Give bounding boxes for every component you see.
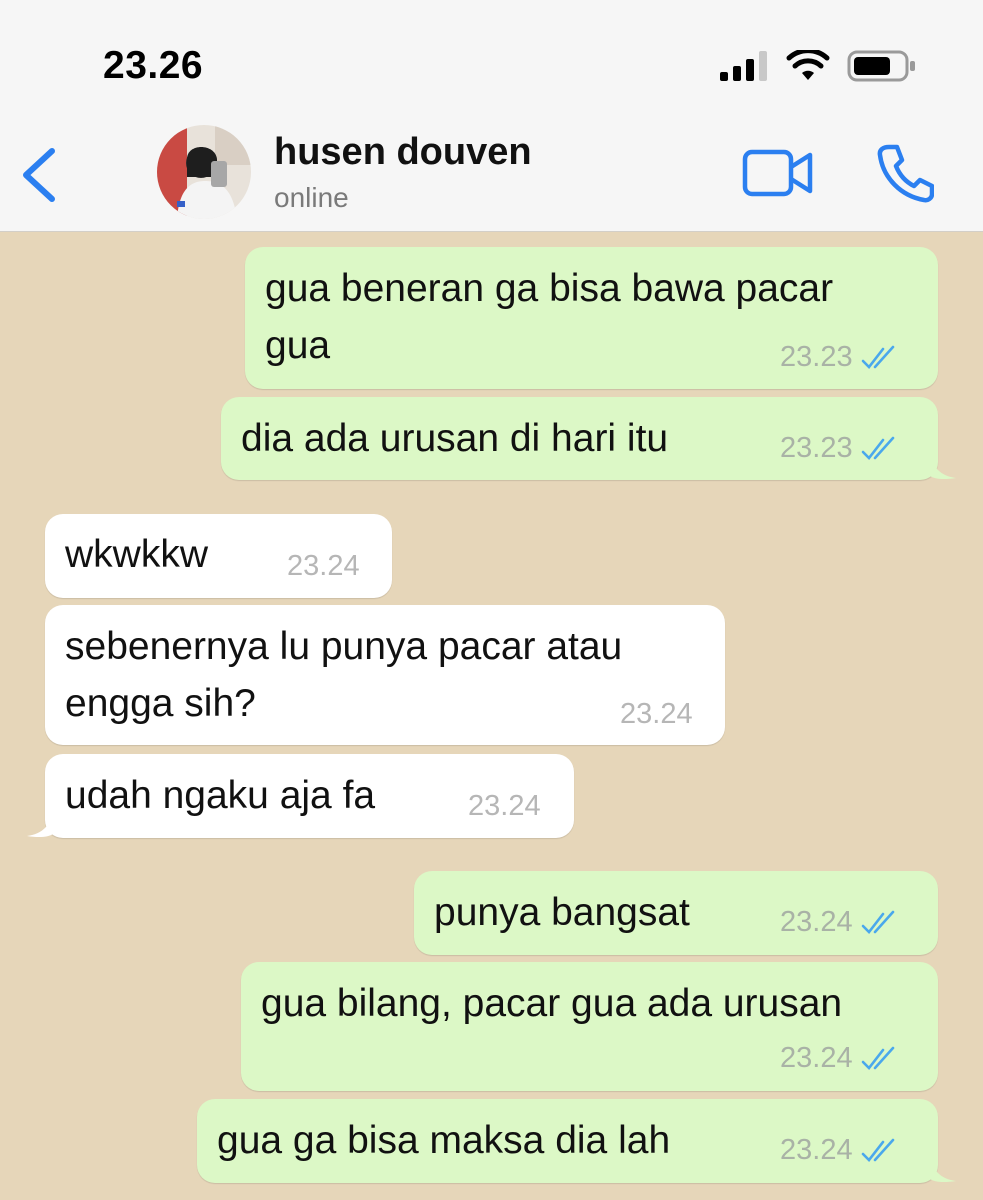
double-check-icon <box>861 345 894 369</box>
incoming-message-bubble[interactable]: sebenernya lu punya pacar atau engga sih?… <box>45 605 725 745</box>
chevron-left-icon[interactable] <box>16 145 64 205</box>
message-line: sebenernya lu punya pacar atau <box>65 625 623 668</box>
message-time: 23.23 <box>780 341 853 373</box>
double-check-icon <box>861 1138 894 1162</box>
outgoing-message-bubble[interactable]: gua beneran ga bisa bawa pacar gua 23.23 <box>245 247 938 389</box>
message-text: wkwkkw <box>65 526 208 583</box>
phone-icon[interactable] <box>876 143 934 203</box>
cellular-signal-icon <box>720 51 767 81</box>
message-time: 23.23 <box>780 432 853 464</box>
message-time: 23.24 <box>780 1042 853 1074</box>
message-meta: 23.23 <box>780 341 901 374</box>
message-line: gua bilang, pacar gua ada urusan <box>261 982 843 1025</box>
message-time: 23.24 <box>620 698 693 730</box>
message-meta: 23.24 <box>468 790 541 823</box>
bubble-tail <box>930 1157 956 1183</box>
incoming-message-bubble[interactable]: wkwkkw 23.24 <box>45 514 392 598</box>
message-line: udah ngaku aja fa <box>65 774 376 817</box>
message-meta: 23.24 <box>620 698 693 731</box>
message-line: engga sih? <box>65 682 256 725</box>
status-time: 23.26 <box>103 44 204 87</box>
bubble-tail <box>27 812 53 838</box>
message-text: gua ga bisa maksa dia lah <box>217 1112 670 1169</box>
message-text: sebenernya lu punya pacar atau engga sih? <box>65 618 622 732</box>
message-line: gua <box>265 324 331 367</box>
outgoing-message-bubble[interactable]: gua ga bisa maksa dia lah 23.24 <box>197 1099 938 1183</box>
message-text: gua bilang, pacar gua ada urusan <box>261 975 842 1032</box>
contact-status: online <box>274 182 349 213</box>
message-text: gua beneran ga bisa bawa pacar gua <box>265 260 833 374</box>
message-meta: 23.24 <box>287 550 360 583</box>
incoming-message-bubble[interactable]: udah ngaku aja fa 23.24 <box>45 754 574 838</box>
message-text: punya bangsat <box>434 884 690 941</box>
chat-header: husen douven online <box>0 118 983 232</box>
avatar[interactable] <box>157 125 251 219</box>
video-camera-icon[interactable] <box>742 148 814 198</box>
message-time: 23.24 <box>780 906 853 938</box>
double-check-icon <box>861 436 894 460</box>
double-check-icon <box>861 910 894 934</box>
message-line: dia ada urusan di hari itu <box>241 417 669 460</box>
battery-icon <box>847 50 915 82</box>
message-line: gua beneran ga bisa bawa pacar <box>265 267 834 310</box>
message-line: punya bangsat <box>434 891 690 934</box>
status-bar: 23.26 <box>0 0 983 118</box>
outgoing-message-bubble[interactable]: dia ada urusan di hari itu 23.23 <box>221 397 938 480</box>
message-meta: 23.23 <box>780 432 901 465</box>
message-meta: 23.24 <box>780 1042 901 1075</box>
bubble-tail <box>930 454 956 480</box>
message-meta: 23.24 <box>780 906 901 939</box>
message-meta: 23.24 <box>780 1134 901 1167</box>
contact-name[interactable]: husen douven <box>274 131 532 174</box>
message-time: 23.24 <box>287 550 360 582</box>
message-time: 23.24 <box>780 1134 853 1166</box>
double-check-icon <box>861 1046 894 1070</box>
message-line: wkwkkw <box>65 533 208 576</box>
outgoing-message-bubble[interactable]: gua bilang, pacar gua ada urusan 23.24 <box>241 962 938 1091</box>
message-text: udah ngaku aja fa <box>65 767 375 824</box>
outgoing-message-bubble[interactable]: punya bangsat 23.24 <box>414 871 938 955</box>
message-text: dia ada urusan di hari itu <box>241 410 668 467</box>
wifi-icon <box>786 50 830 80</box>
message-time: 23.24 <box>468 790 541 822</box>
message-line: gua ga bisa maksa dia lah <box>217 1119 671 1162</box>
